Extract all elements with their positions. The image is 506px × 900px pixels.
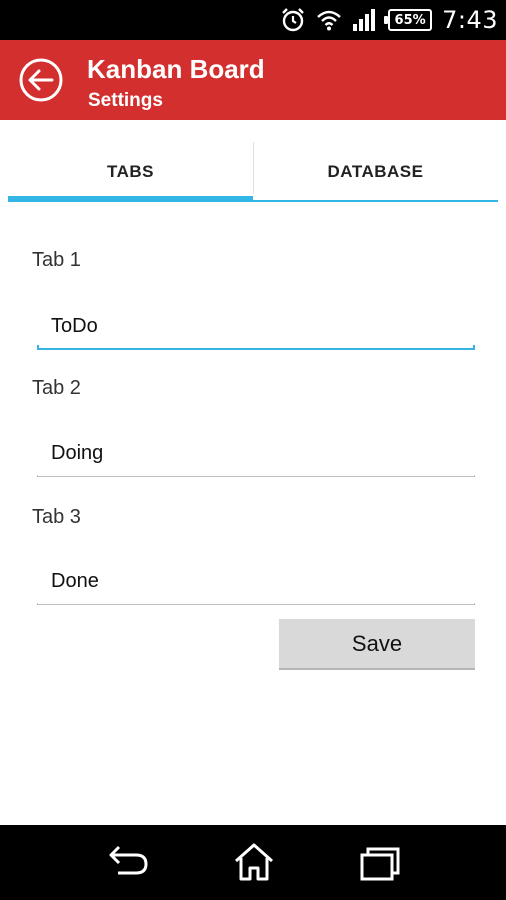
back-arrow-icon[interactable]: [18, 57, 64, 103]
tab3-label: Tab 3: [32, 506, 81, 528]
tab2-input[interactable]: [37, 431, 475, 475]
tab-divider: [253, 142, 254, 194]
battery-icon: 65%: [384, 9, 433, 31]
tab-database[interactable]: DATABASE: [253, 142, 498, 202]
app-bar: Kanban Board Settings: [0, 40, 506, 120]
tab3-field[interactable]: [37, 559, 475, 605]
tab1-field[interactable]: [37, 304, 475, 350]
battery-level: 65%: [394, 12, 426, 28]
save-button[interactable]: Save: [279, 619, 475, 670]
signal-icon: [353, 9, 376, 31]
back-icon[interactable]: [106, 841, 150, 883]
nav-bar: [0, 825, 506, 900]
recent-apps-icon[interactable]: [358, 841, 402, 883]
status-icons: 65% 7:43: [280, 0, 498, 40]
wifi-icon: [317, 10, 341, 31]
app-title: Kanban Board: [87, 54, 265, 84]
tab-indicator: [253, 200, 498, 202]
tab-label: DATABASE: [327, 162, 424, 181]
alarm-icon: [282, 8, 304, 32]
tab3-input[interactable]: [37, 559, 475, 603]
clock: 7:43: [442, 6, 498, 34]
field-underline: [37, 345, 475, 350]
tab-indicator-selected: [8, 196, 253, 202]
tab-tabs[interactable]: TABS: [8, 142, 253, 202]
tab-label: TABS: [106, 162, 154, 181]
tab1-input[interactable]: [37, 304, 475, 348]
field-underline: [37, 603, 475, 605]
field-underline: [37, 475, 475, 477]
tab1-label: Tab 1: [32, 249, 81, 271]
app-subtitle: Settings: [88, 90, 163, 111]
home-icon[interactable]: [232, 841, 276, 883]
status-bar: 65% 7:43: [0, 0, 506, 40]
tab2-label: Tab 2: [32, 377, 81, 399]
tab2-field[interactable]: [37, 431, 475, 477]
